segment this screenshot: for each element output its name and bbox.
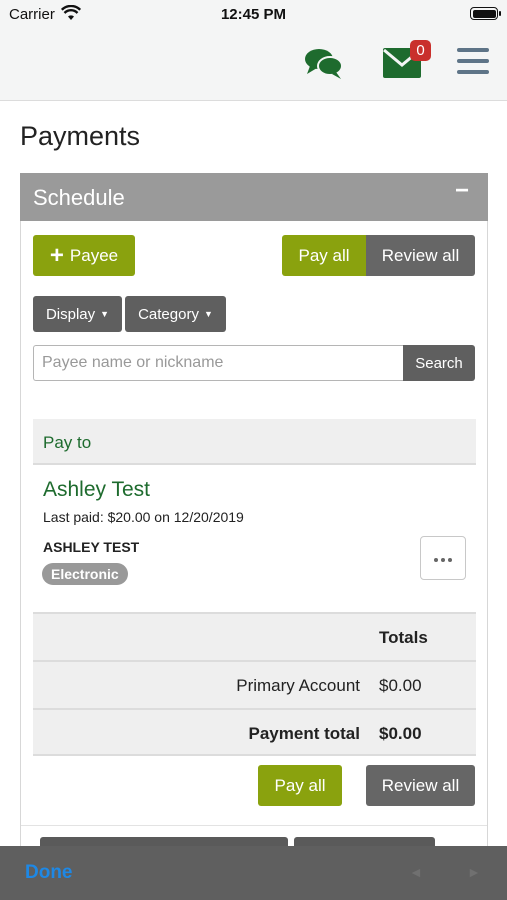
schedule-panel: Schedule − + Payee Pay all Review all Di… — [20, 173, 488, 873]
display-dropdown[interactable]: Display ▼ — [33, 296, 122, 332]
next-field-icon[interactable]: ► — [467, 864, 481, 880]
caret-down-icon: ▼ — [100, 309, 110, 319]
search-placeholder: Payee name or nickname — [42, 354, 224, 371]
add-payee-button[interactable]: + Payee — [33, 235, 135, 276]
payment-total-label: Payment total — [248, 724, 360, 743]
category-label: Category — [138, 305, 199, 323]
search-button[interactable]: Search — [403, 345, 475, 381]
chat-bubbles-icon[interactable] — [304, 46, 344, 80]
review-all-button-top[interactable]: Review all — [366, 235, 475, 276]
search-button-label: Search — [415, 354, 463, 372]
pay-all-button-top[interactable]: Pay all — [282, 235, 366, 276]
pay-to-label: Pay to — [43, 433, 92, 452]
add-payee-label: Payee — [69, 245, 119, 265]
review-all-label: Review all — [381, 775, 460, 795]
payment-method-badge: Electronic — [42, 563, 128, 585]
payment-total-row: Payment total $0.00 — [33, 708, 476, 756]
battery-icon — [470, 7, 501, 20]
pay-to-header: Pay to — [33, 419, 476, 465]
pay-all-button-bottom[interactable]: Pay all — [258, 765, 342, 806]
keyboard-toolbar: Done ◄ ► — [0, 846, 507, 900]
panel-title: Schedule — [33, 185, 125, 210]
page-title: Payments — [20, 121, 141, 151]
totals-row-label: Primary Account — [236, 676, 360, 695]
totals-header: Totals — [379, 628, 428, 647]
category-dropdown[interactable]: Category ▼ — [125, 296, 226, 332]
plus-icon: + — [49, 241, 64, 269]
done-button[interactable]: Done — [25, 862, 73, 884]
pay-all-label: Pay all — [298, 245, 350, 265]
display-label: Display — [45, 305, 96, 323]
status-bar: Carrier 12:45 PM — [0, 0, 507, 28]
totals-row-value: $0.00 — [379, 676, 422, 695]
totals-header-row: Totals — [33, 612, 476, 660]
pay-all-label: Pay all — [274, 775, 326, 795]
previous-field-icon[interactable]: ◄ — [409, 864, 423, 880]
review-all-label: Review all — [381, 245, 460, 265]
clock: 12:45 PM — [220, 6, 287, 23]
mail-badge: 0 — [410, 40, 431, 61]
payee-name-link[interactable]: Ashley Test — [43, 478, 150, 502]
totals-row: Primary Account $0.00 — [33, 660, 476, 708]
last-paid-text: Last paid: $20.00 on 12/20/2019 — [43, 509, 244, 525]
collapse-icon[interactable]: − — [455, 177, 469, 205]
payee-search-input[interactable]: Payee name or nickname — [33, 345, 403, 381]
review-all-button-bottom[interactable]: Review all — [366, 765, 475, 806]
caret-down-icon: ▼ — [203, 309, 213, 319]
top-navigation: 0 — [0, 28, 507, 101]
ellipsis-icon — [433, 549, 454, 567]
hamburger-menu-icon[interactable] — [457, 48, 489, 81]
payment-total-value: $0.00 — [379, 724, 422, 743]
totals-table: Totals Primary Account $0.00 Payment tot… — [33, 612, 476, 756]
panel-header: Schedule − — [20, 173, 488, 221]
payee-legal-name: ASHLEY TEST — [43, 539, 140, 555]
more-options-button[interactable] — [420, 536, 466, 580]
panel-divider — [21, 825, 487, 826]
